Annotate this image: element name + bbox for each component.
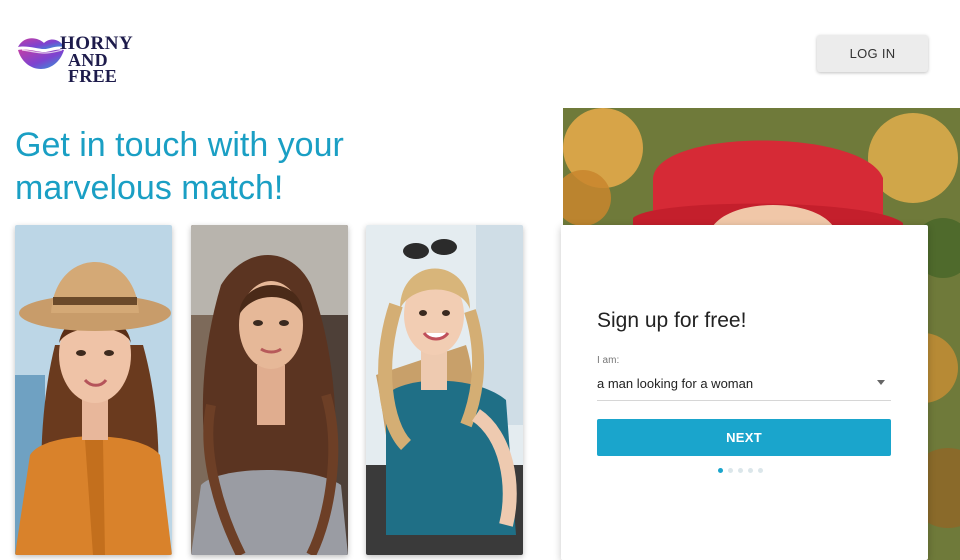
profile-image-1 <box>15 225 172 555</box>
brand-wordmark: HORNY AND FREE <box>60 34 156 86</box>
gender-select[interactable]: a man looking for a woman <box>597 371 891 401</box>
step-dot-4 <box>748 468 753 473</box>
profile-photo-2[interactable] <box>191 225 348 555</box>
brand-logo[interactable]: HORNY AND FREE <box>16 33 156 85</box>
step-dot-3 <box>738 468 743 473</box>
profile-photo-1[interactable] <box>15 225 172 555</box>
profile-photo-3[interactable] <box>366 225 523 555</box>
step-dot-2 <box>728 468 733 473</box>
gender-select-value: a man looking for a woman <box>597 376 754 391</box>
signup-card: Sign up for free! I am: a man looking fo… <box>561 225 928 560</box>
brand-line-2: AND FREE <box>68 50 118 86</box>
step-dot-1 <box>718 468 723 473</box>
step-indicator <box>718 468 763 473</box>
step-dot-5 <box>758 468 763 473</box>
profile-image-3 <box>366 225 523 555</box>
page-headline: Get in touch with your marvelous match! <box>15 126 344 207</box>
login-button[interactable]: LOG IN <box>817 35 928 72</box>
signup-title: Sign up for free! <box>597 309 747 332</box>
caret-down-icon <box>877 380 885 385</box>
next-button[interactable]: NEXT <box>597 419 891 456</box>
gender-field-label: I am: <box>597 355 620 366</box>
profile-image-2 <box>191 225 348 555</box>
